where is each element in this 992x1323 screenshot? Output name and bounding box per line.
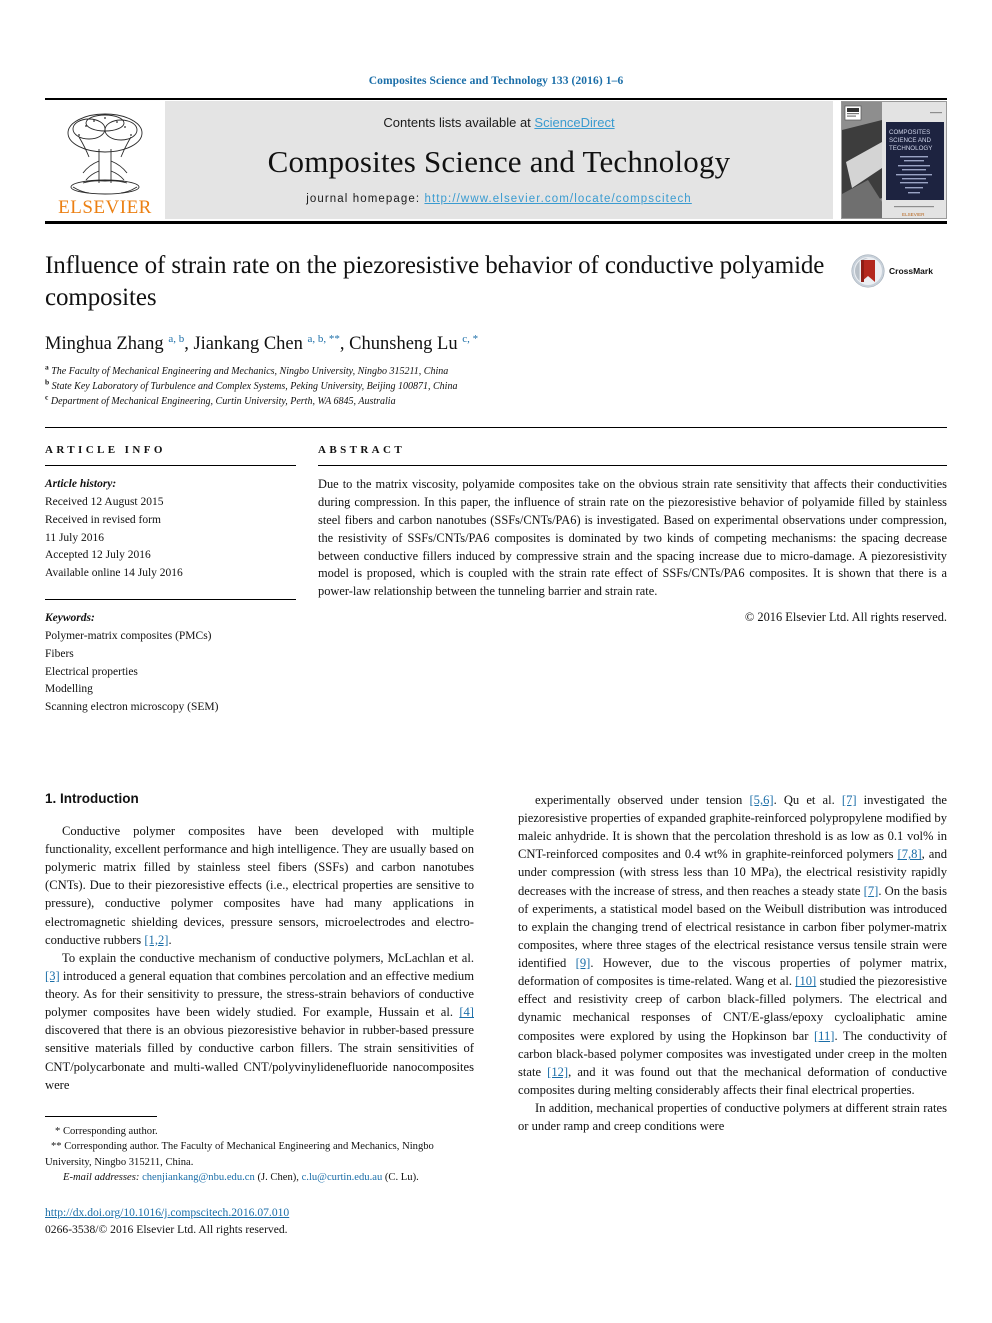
body-column-right: experimentally observed under tension [5… xyxy=(518,791,947,1239)
masthead-band: Contents lists available at ScienceDirec… xyxy=(165,101,833,219)
svg-text:TECHNOLOGY: TECHNOLOGY xyxy=(889,145,932,152)
body-paragraph: experimentally observed under tension [5… xyxy=(518,792,948,1097)
article-info-column: ARTICLE INFO Article history: Received 1… xyxy=(45,444,318,717)
email-link-chen[interactable]: chenjiankang@nbu.edu.cn xyxy=(142,1172,255,1183)
article-history-items: Received 12 August 2015 Received in revis… xyxy=(45,494,296,583)
contents-available-line: Contents lists available at ScienceDirec… xyxy=(383,115,614,130)
email-addresses-label: E-mail addresses: xyxy=(63,1171,140,1183)
citation-link[interactable]: [4] xyxy=(459,1005,474,1019)
article-history-label: Article history: xyxy=(45,478,117,491)
keywords-label: Keywords: xyxy=(45,612,95,625)
body-columns: 1. Introduction Conductive polymer compo… xyxy=(45,791,947,1239)
footnote-emails: E-mail addresses: chenjiankang@nbu.edu.c… xyxy=(45,1170,474,1185)
citation-link[interactable]: [12] xyxy=(547,1065,568,1079)
affiliation-marker: a xyxy=(45,362,49,372)
body-paragraph: In addition, mechanical properties of co… xyxy=(518,1101,947,1134)
citation-link[interactable]: [1,2] xyxy=(144,933,168,947)
crossmark-label: CrossMark xyxy=(889,266,933,276)
affiliation-marker: c xyxy=(45,392,49,402)
elsevier-wordmark: ELSEVIER xyxy=(58,197,152,218)
abstract-copyright: © 2016 Elsevier Ltd. All rights reserved… xyxy=(744,610,947,625)
homepage-label: journal homepage: xyxy=(306,193,425,205)
journal-cover-image: COMPOSITES SCIENCE AND TECHNOLOGY ELSEVI… xyxy=(842,102,946,218)
email-person-lu: (C. Lu). xyxy=(384,1171,419,1183)
article-history-item: Available online 14 July 2016 xyxy=(45,567,183,580)
keyword-item: Fibers xyxy=(45,647,74,660)
journal-masthead: ELSEVIER Contents lists available at Sci… xyxy=(45,101,947,219)
footnote-corresponding-1-text: * Corresponding author. xyxy=(55,1125,158,1137)
keyword-item: Electrical properties xyxy=(45,665,138,678)
journal-homepage-line: journal homepage: http://www.elsevier.co… xyxy=(306,193,692,205)
keyword-item: Modelling xyxy=(45,683,93,696)
article-history-item: Received in revised form xyxy=(45,513,161,526)
citation-link[interactable]: [7] xyxy=(842,793,857,807)
body-column-left: 1. Introduction Conductive polymer compo… xyxy=(45,791,474,1239)
citation-link[interactable]: [9] xyxy=(576,956,591,970)
abstract-heading: ABSTRACT xyxy=(318,444,406,457)
title-and-authors: Influence of strain rate on the piezores… xyxy=(45,250,851,409)
article-page: Composites Science and Technology 133 (2… xyxy=(0,0,992,1323)
article-history-item: 11 July 2016 xyxy=(45,531,104,544)
citation-link[interactable]: [7] xyxy=(864,884,879,898)
keyword-item: Scanning electron microscopy (SEM) xyxy=(45,701,219,714)
keyword-item: Polymer-matrix composites (PMCs) xyxy=(45,629,212,642)
journal-title: Composites Science and Technology xyxy=(267,144,731,179)
contents-prefix: Contents lists available at xyxy=(383,115,535,130)
abstract-text: Due to the matrix viscosity, polyamide c… xyxy=(318,477,947,599)
abstract-rule xyxy=(318,465,947,467)
footnote-area: * Corresponding author. ** Corresponding… xyxy=(45,1115,474,1239)
left-column-paragraphs: Conductive polymer composites have been … xyxy=(45,822,474,1094)
citation-link[interactable]: [10] xyxy=(795,974,816,988)
crossmark-badge[interactable]: CrossMark xyxy=(851,250,947,288)
footnote-corresponding-2: ** Corresponding author. The Faculty of … xyxy=(45,1139,474,1170)
email-person-chen: (J. Chen), xyxy=(257,1171,299,1183)
affiliation-marker: b xyxy=(45,377,50,387)
svg-text:SCIENCE AND: SCIENCE AND xyxy=(889,137,931,144)
article-info-heading: ARTICLE INFO xyxy=(45,444,166,457)
doi-link[interactable]: http://dx.doi.org/10.1016/j.compscitech.… xyxy=(45,1206,289,1219)
elsevier-logo: ELSEVIER xyxy=(45,101,165,219)
author-list: Minghua Zhang a, b, Jiankang Chen a, b, … xyxy=(45,332,479,354)
journal-cover-thumbnail: COMPOSITES SCIENCE AND TECHNOLOGY ELSEVI… xyxy=(841,101,947,219)
email-link-lu[interactable]: c.lu@curtin.edu.au xyxy=(302,1172,383,1183)
citation-link[interactable]: [7,8] xyxy=(898,847,922,861)
article-history-group: Article history: Received 12 August 2015… xyxy=(45,476,296,583)
title-divider xyxy=(45,427,947,429)
affiliation-a: a The Faculty of Mechanical Engineering … xyxy=(45,362,449,378)
journal-homepage-link[interactable]: http://www.elsevier.com/locate/compscite… xyxy=(424,193,691,205)
issn-copyright-line: 0266-3538/© 2016 Elsevier Ltd. All right… xyxy=(45,1223,288,1237)
citation-link[interactable]: [3] xyxy=(45,969,60,983)
footnote-divider xyxy=(45,1115,157,1117)
header-divider-bottom xyxy=(45,221,947,224)
title-block: Influence of strain rate on the piezores… xyxy=(45,250,947,409)
article-history-item: Accepted 12 July 2016 xyxy=(45,549,151,562)
affiliation-c: c Department of Mechanical Engineering, … xyxy=(45,392,396,408)
right-column-paragraphs: experimentally observed under tension [5… xyxy=(518,791,947,1135)
crossmark-icon xyxy=(851,254,885,288)
elsevier-tree-icon xyxy=(67,113,143,195)
article-info-rule xyxy=(45,465,296,467)
svg-text:ELSEVIER: ELSEVIER xyxy=(902,212,925,217)
sciencedirect-link[interactable]: ScienceDirect xyxy=(534,115,614,130)
body-paragraph: To explain the conductive mechanism of c… xyxy=(45,950,474,1092)
svg-text:COMPOSITES: COMPOSITES xyxy=(889,129,930,136)
section-heading-introduction: 1. Introduction xyxy=(45,790,139,806)
citation-link[interactable]: [11] xyxy=(814,1029,835,1043)
affiliation-list: a The Faculty of Mechanical Engineering … xyxy=(45,364,837,409)
footnote-corresponding-1: * Corresponding author. xyxy=(45,1124,474,1139)
keywords-rule xyxy=(45,599,296,601)
keywords-items: Polymer-matrix composites (PMCs) Fibers El… xyxy=(45,628,296,717)
keywords-group: Keywords: Polymer-matrix composites (PMC… xyxy=(45,610,296,717)
page-title: Influence of strain rate on the piezores… xyxy=(45,252,825,311)
doi-block: http://dx.doi.org/10.1016/j.compscitech.… xyxy=(45,1205,474,1239)
article-history-item: Received 12 August 2015 xyxy=(45,496,164,508)
info-abstract-section: ARTICLE INFO Article history: Received 1… xyxy=(45,444,947,717)
footnote-corresponding-2-text: ** Corresponding author. The Faculty of … xyxy=(45,1141,434,1168)
abstract-column: ABSTRACT Due to the matrix viscosity, po… xyxy=(318,444,947,717)
citation-link[interactable]: [5,6] xyxy=(749,793,773,807)
body-paragraph: Conductive polymer composites have been … xyxy=(45,823,474,947)
running-head: Composites Science and Technology 133 (2… xyxy=(368,75,624,87)
affiliation-b: b State Key Laboratory of Turbulence and… xyxy=(45,377,458,393)
header-divider-top xyxy=(45,98,947,100)
